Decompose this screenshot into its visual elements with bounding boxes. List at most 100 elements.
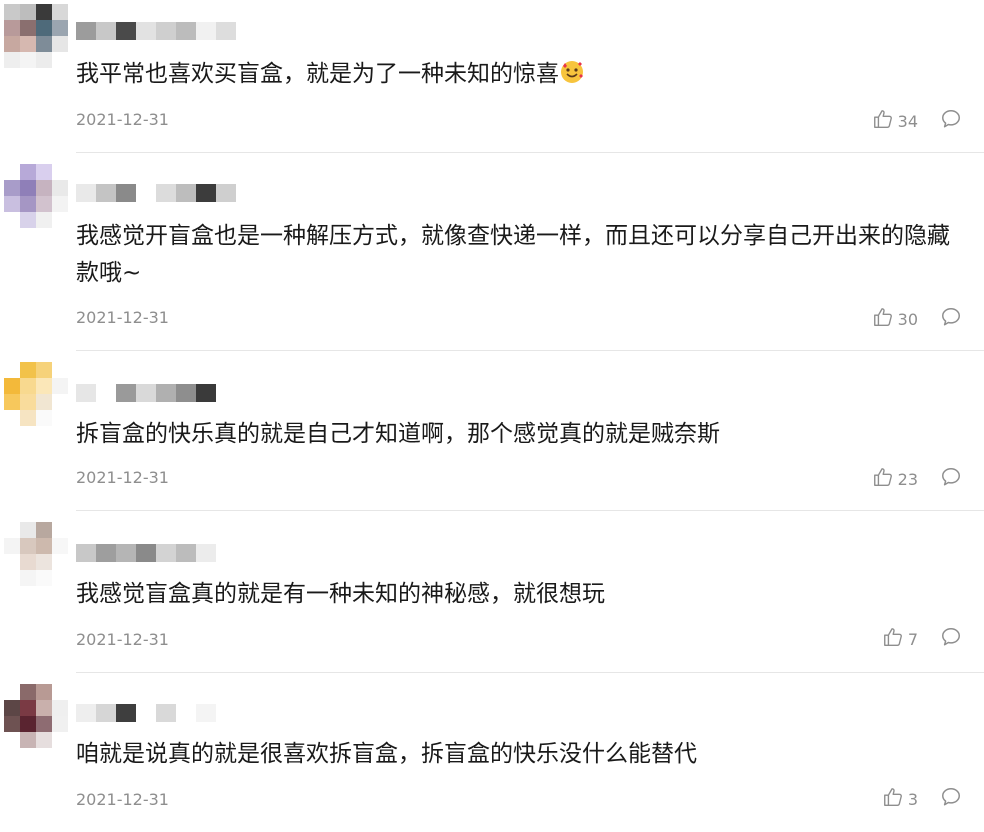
- avatar-pixel: [4, 52, 20, 68]
- avatar-pixel: [4, 684, 20, 700]
- avatar-pixel: [4, 394, 20, 410]
- avatar-pixel: [20, 716, 36, 732]
- username-pixel: [196, 384, 216, 402]
- avatar-pixel: [52, 4, 68, 20]
- comment-date: 2021-12-31: [76, 630, 169, 649]
- username-pixel: [96, 704, 116, 722]
- avatar-pixel: [52, 732, 68, 748]
- avatar-pixel: [20, 684, 36, 700]
- like-button[interactable]: 7: [882, 626, 918, 652]
- comment-text: 我感觉盲盒真的就是有一种未知的神秘感，就很想玩: [76, 581, 605, 607]
- avatar-pixel: [52, 684, 68, 700]
- avatar-pixel: [4, 700, 20, 716]
- username-pixel: [196, 704, 216, 722]
- avatar-pixel: [20, 570, 36, 586]
- comment-list: 我平常也喜欢买盲盒，就是为了一种未知的惊喜 2021-12-31 34 我感觉开…: [0, 0, 984, 832]
- avatar-pixel: [20, 36, 36, 52]
- avatar[interactable]: [4, 522, 68, 586]
- like-button[interactable]: 3: [882, 786, 918, 812]
- like-count: 3: [907, 789, 918, 809]
- username-blurred[interactable]: [76, 22, 236, 40]
- username-pixel: [96, 22, 116, 40]
- divider: [76, 672, 984, 673]
- avatar-pixel: [52, 716, 68, 732]
- comment-reply-icon[interactable]: [940, 786, 962, 812]
- avatar-pixel: [4, 378, 20, 394]
- username-blurred[interactable]: [76, 544, 236, 562]
- avatar-pixel: [52, 394, 68, 410]
- avatar-pixel: [4, 4, 20, 20]
- avatar-pixel: [4, 212, 20, 228]
- like-count: 30: [897, 309, 918, 329]
- username-pixel: [136, 22, 156, 40]
- avatar[interactable]: [4, 684, 68, 748]
- thumbs-up-icon: [872, 466, 894, 492]
- face-with-hearts-emoji-icon: [560, 59, 584, 96]
- username-pixel: [156, 384, 176, 402]
- username-pixel: [116, 22, 136, 40]
- avatar[interactable]: [4, 362, 68, 426]
- like-button[interactable]: 34: [872, 108, 918, 134]
- avatar[interactable]: [4, 164, 68, 228]
- avatar-pixel: [20, 362, 36, 378]
- avatar-pixel: [20, 554, 36, 570]
- username-pixel: [216, 544, 236, 562]
- avatar-pixel: [36, 394, 52, 410]
- avatar-pixel: [4, 732, 20, 748]
- thumbs-up-icon: [882, 786, 904, 812]
- username-pixel: [76, 184, 96, 202]
- username-pixel: [96, 184, 116, 202]
- like-count: 34: [897, 111, 918, 131]
- username-blurred[interactable]: [76, 184, 236, 202]
- avatar-pixel: [20, 410, 36, 426]
- avatar-pixel: [20, 20, 36, 36]
- like-button[interactable]: 23: [872, 466, 918, 492]
- divider: [76, 350, 984, 351]
- avatar-pixel: [4, 716, 20, 732]
- avatar-pixel: [52, 212, 68, 228]
- avatar-pixel: [20, 378, 36, 394]
- username-pixel: [76, 384, 96, 402]
- avatar-pixel: [52, 196, 68, 212]
- avatar-pixel: [36, 212, 52, 228]
- avatar-pixel: [36, 700, 52, 716]
- avatar-pixel: [52, 164, 68, 180]
- avatar-pixel: [4, 410, 20, 426]
- avatar-pixel: [36, 196, 52, 212]
- avatar-pixel: [36, 20, 52, 36]
- avatar-pixel: [4, 20, 20, 36]
- comment-text: 拆盲盒的快乐真的就是自己才知道啊，那个感觉真的就是贼奈斯: [76, 421, 720, 447]
- comment-reply-icon[interactable]: [940, 306, 962, 332]
- avatar-pixel: [52, 20, 68, 36]
- like-count: 7: [907, 629, 918, 649]
- avatar-pixel: [20, 196, 36, 212]
- avatar-pixel: [20, 52, 36, 68]
- avatar-pixel: [52, 180, 68, 196]
- avatar[interactable]: [4, 4, 68, 68]
- comment-reply-icon[interactable]: [940, 466, 962, 492]
- username-blurred[interactable]: [76, 384, 236, 402]
- avatar-pixel: [36, 52, 52, 68]
- username-pixel: [76, 22, 96, 40]
- divider: [76, 510, 984, 511]
- avatar-pixel: [4, 196, 20, 212]
- username-pixel: [196, 22, 216, 40]
- avatar-pixel: [52, 410, 68, 426]
- username-pixel: [136, 384, 156, 402]
- avatar-pixel: [20, 180, 36, 196]
- avatar-pixel: [4, 180, 20, 196]
- comment-reply-icon[interactable]: [940, 108, 962, 134]
- username-pixel: [176, 184, 196, 202]
- avatar-pixel: [4, 554, 20, 570]
- comment-text-content: 我平常也喜欢买盲盒，就是为了一种未知的惊喜: [76, 61, 559, 87]
- avatar-pixel: [20, 522, 36, 538]
- like-button[interactable]: 30: [872, 306, 918, 332]
- username-blurred[interactable]: [76, 704, 236, 722]
- avatar-pixel: [20, 4, 36, 20]
- thumbs-up-icon: [872, 108, 894, 134]
- avatar-pixel: [36, 684, 52, 700]
- avatar-pixel: [36, 378, 52, 394]
- comment-reply-icon[interactable]: [940, 626, 962, 652]
- avatar-pixel: [52, 378, 68, 394]
- avatar-pixel: [20, 700, 36, 716]
